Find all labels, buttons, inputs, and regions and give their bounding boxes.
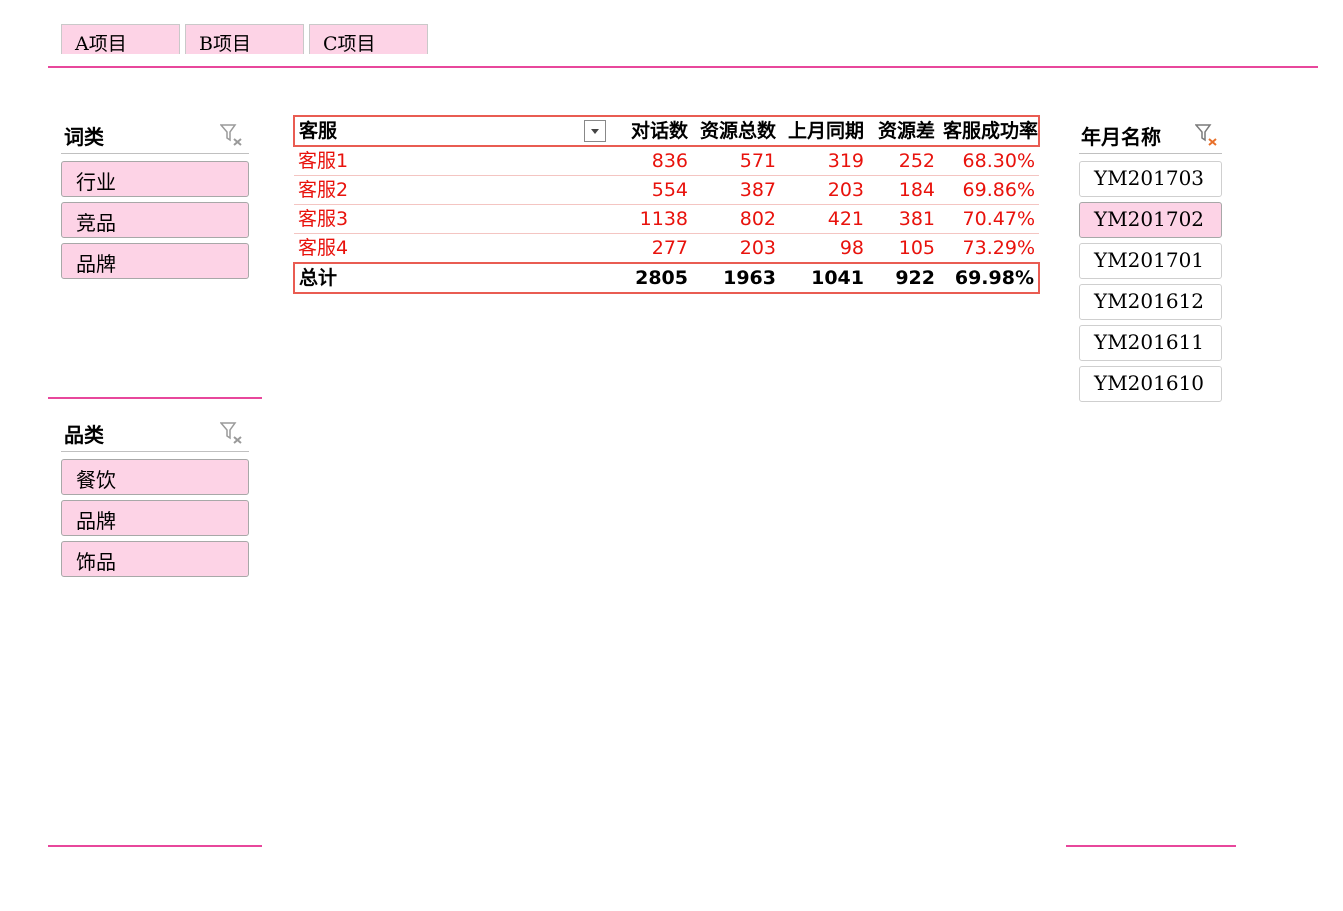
slicer-product-separator (61, 451, 249, 452)
slicer-category-separator (61, 153, 249, 154)
col-header-conversations: 对话数 (630, 120, 688, 142)
cell-agent: 客服1 (294, 146, 606, 176)
cell-conversations: 1138 (606, 204, 692, 234)
clear-filter-icon[interactable] (1195, 124, 1219, 146)
slicer-item-brand[interactable]: 品牌 (61, 500, 249, 536)
slicer-item-accessories[interactable]: 饰品 (61, 541, 249, 577)
slicer-item-ym201610[interactable]: YM201610 (1079, 366, 1222, 402)
col-header-agent: 客服 (294, 116, 606, 146)
cell-conversations: 836 (606, 146, 692, 176)
cell-total-conversations: 2805 (635, 267, 688, 289)
slicer-item-ym201611[interactable]: YM201611 (1079, 325, 1222, 361)
cell-success-rate: 69.86% (939, 175, 1039, 205)
cell-agent: 客服2 (294, 175, 606, 205)
cell-last-month: 421 (780, 204, 868, 234)
filter-dropdown-icon[interactable] (584, 120, 606, 142)
cell-total-success-rate: 69.98% (954, 267, 1034, 289)
table-row: 客服1 836 571 319 252 68.30% (294, 146, 1039, 176)
tab-b[interactable]: B项目 (185, 24, 304, 55)
table-row: 客服2 554 387 203 184 69.86% (294, 175, 1039, 205)
table-row: 客服3 1138 802 421 381 70.47% (294, 204, 1039, 234)
pivot-table: 客服 对话数 资源总数 上月同期 资源差 客服成功率 客服1 836 571 3… (293, 115, 1039, 294)
col-header-total-resources: 资源总数 (699, 120, 776, 142)
cell-resource-diff: 381 (868, 204, 939, 234)
slicer-month-separator (1079, 153, 1222, 154)
slicer-item-brand[interactable]: 品牌 (61, 243, 249, 279)
slicer-category-title: 词类 (64, 125, 104, 149)
cell-total-resources: 802 (692, 204, 780, 234)
cell-resource-diff: 252 (868, 146, 939, 176)
clear-filter-icon[interactable] (220, 124, 244, 146)
cell-conversations: 554 (606, 175, 692, 205)
slicer-item-ym201702[interactable]: YM201702 (1079, 202, 1222, 238)
cell-success-rate: 68.30% (939, 146, 1039, 176)
cell-total-resources: 203 (692, 233, 780, 264)
tab-c[interactable]: C项目 (309, 24, 428, 55)
slicer-month-title: 年月名称 (1081, 125, 1161, 149)
cell-last-month: 98 (780, 233, 868, 264)
cell-last-month: 203 (780, 175, 868, 205)
pivot-header-row: 客服 对话数 资源总数 上月同期 资源差 客服成功率 (294, 116, 1039, 146)
cell-success-rate: 70.47% (939, 204, 1039, 234)
cell-total-resources: 387 (692, 175, 780, 205)
cell-total-resource-diff: 922 (895, 267, 935, 289)
cell-resource-diff: 105 (868, 233, 939, 264)
cell-conversations: 277 (606, 233, 692, 264)
cell-total-label: 总计 (299, 267, 338, 289)
slicer-category-bottom-line (48, 397, 262, 399)
col-header-success-rate: 客服成功率 (943, 120, 1039, 142)
slicer-item-food[interactable]: 餐饮 (61, 459, 249, 495)
slicer-item-ym201701[interactable]: YM201701 (1079, 243, 1222, 279)
slicer-item-industry[interactable]: 行业 (61, 161, 249, 197)
cell-total-resources: 1963 (723, 267, 776, 289)
cell-agent: 客服4 (294, 233, 606, 264)
cell-success-rate: 73.29% (939, 233, 1039, 264)
tab-a[interactable]: A项目 (61, 24, 180, 55)
header-divider (48, 66, 1318, 68)
slicer-product-title: 品类 (64, 423, 104, 447)
clear-filter-icon[interactable] (220, 422, 244, 444)
slicer-item-ym201703[interactable]: YM201703 (1079, 161, 1222, 197)
slicer-item-competitor[interactable]: 竞品 (61, 202, 249, 238)
slicer-product-bottom-line (48, 845, 262, 847)
col-header-resource-diff: 资源差 (877, 120, 935, 142)
slicer-item-ym201612[interactable]: YM201612 (1079, 284, 1222, 320)
cell-last-month: 319 (780, 146, 868, 176)
cell-agent: 客服3 (294, 204, 606, 234)
cell-resource-diff: 184 (868, 175, 939, 205)
cell-total-resources: 571 (692, 146, 780, 176)
col-header-last-month: 上月同期 (787, 120, 864, 142)
cell-total-last-month: 1041 (811, 267, 864, 289)
slicer-month-bottom-line (1066, 845, 1236, 847)
table-row: 客服4 277 203 98 105 73.29% (294, 233, 1039, 264)
total-row: 总计 2805 1963 1041 922 69.98% (294, 263, 1039, 293)
